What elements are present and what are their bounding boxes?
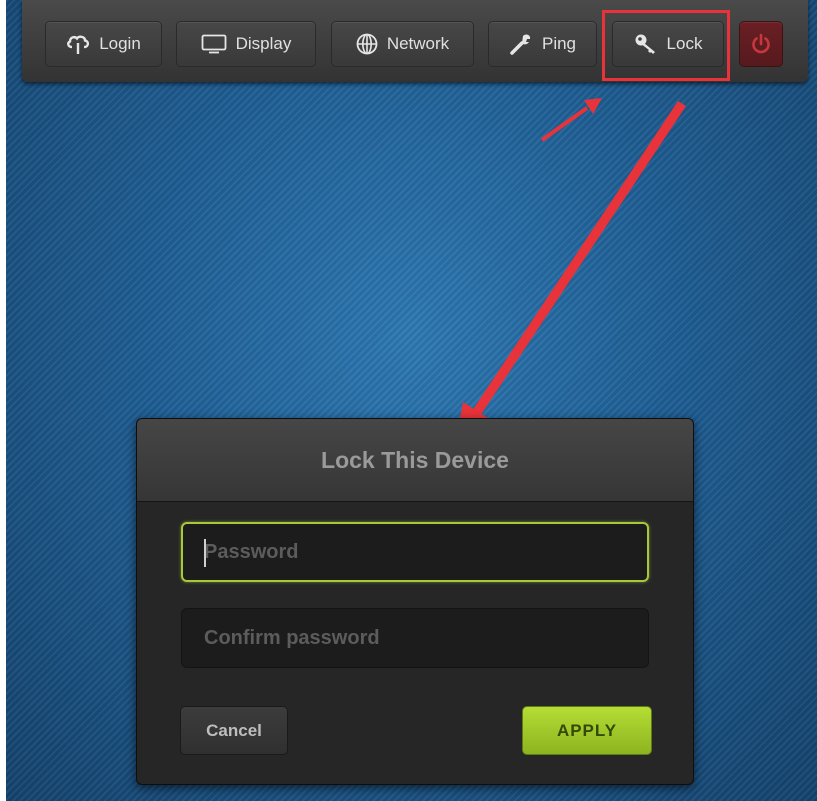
cancel-button[interactable]: Cancel <box>180 706 288 755</box>
dialog-title: Lock This Device <box>321 446 509 473</box>
dialog-header: Lock This Device <box>137 419 693 502</box>
text-cursor <box>204 539 206 567</box>
lock-device-dialog: Lock This Device Cancel APPLY <box>136 418 694 785</box>
arrow-to-lock-button <box>540 98 602 142</box>
apply-button[interactable]: APPLY <box>522 706 652 755</box>
password-field[interactable] <box>181 522 649 582</box>
arrow-to-dialog <box>456 101 686 440</box>
confirm-password-field[interactable] <box>181 608 649 668</box>
desktop-background: Login Display Network Ping Lock Lock Thi… <box>6 0 817 801</box>
